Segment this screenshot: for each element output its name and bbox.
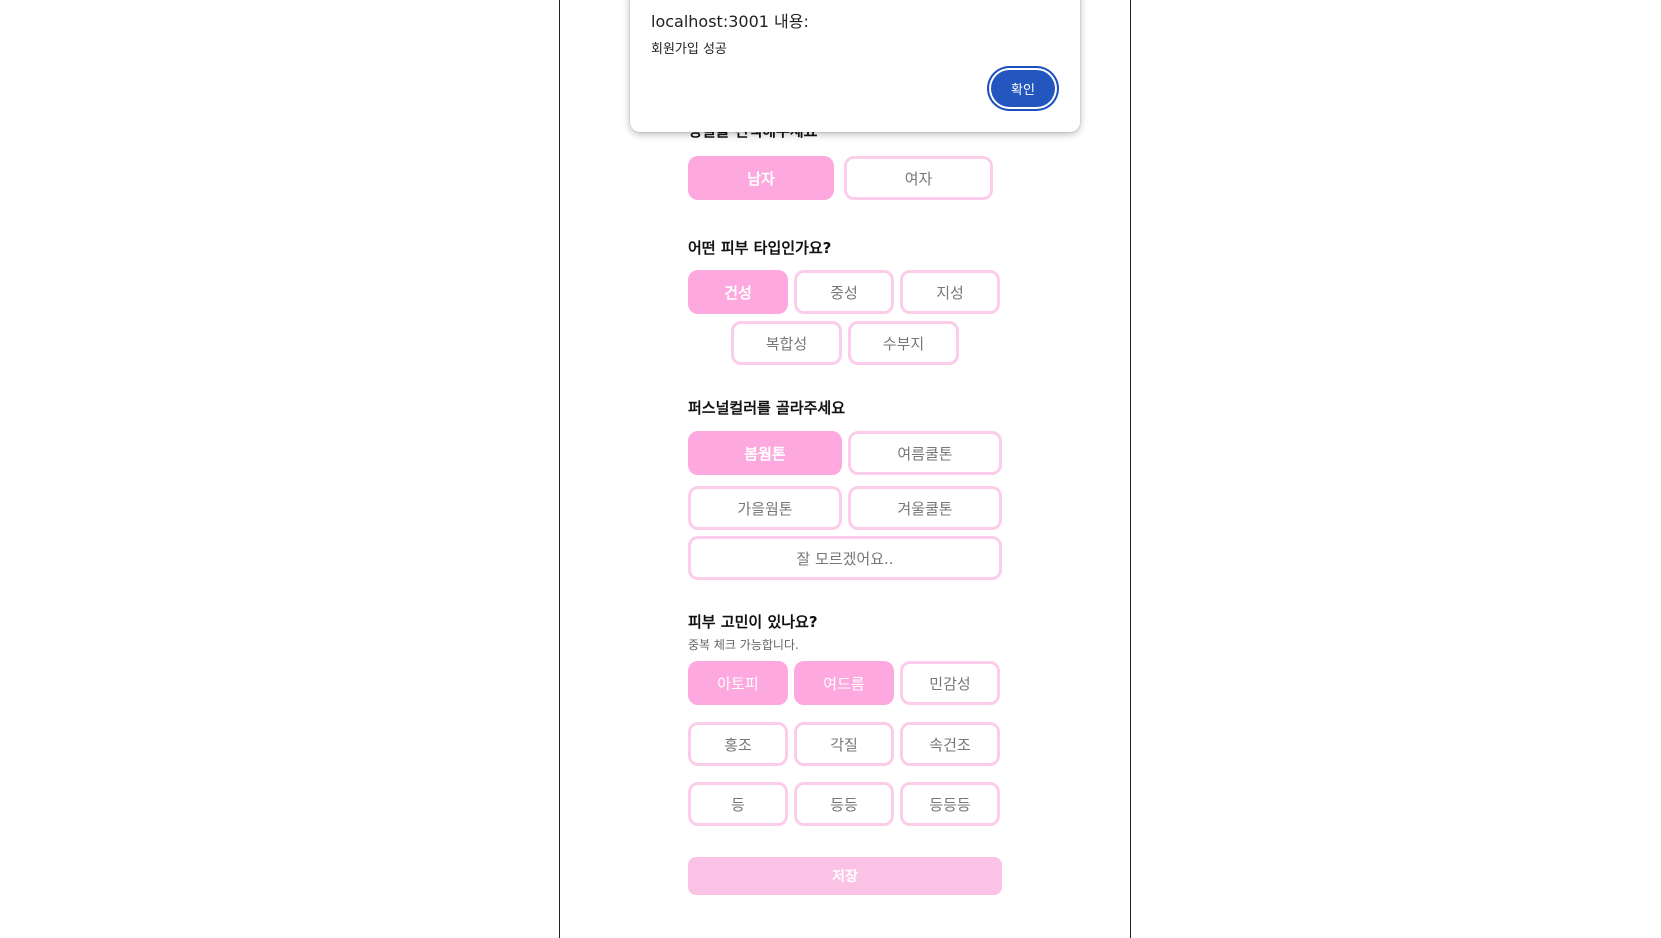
skin-type-title: 어떤 피부 타입인가요? — [688, 239, 832, 257]
skin-concern-option-sensitive[interactable]: 민감성 — [900, 661, 1000, 705]
gender-option-male[interactable]: 남자 — [688, 156, 834, 200]
skin-concern-option-inner-dryness[interactable]: 속건조 — [900, 722, 1000, 766]
skin-type-option-oily[interactable]: 지성 — [900, 270, 1000, 314]
skin-type-option-dry[interactable]: 건성 — [688, 270, 788, 314]
dialog-message: 회원가입 성공 — [651, 42, 727, 57]
dialog-ok-button[interactable]: 확인 — [991, 70, 1055, 107]
alert-dialog: localhost:3001 내용: 회원가입 성공 확인 — [630, 0, 1080, 132]
skin-type-option-normal[interactable]: 중성 — [794, 270, 894, 314]
skin-type-option-dehydrated-oily[interactable]: 수부지 — [848, 321, 959, 365]
personal-color-option-autumn-warm[interactable]: 가을웜톤 — [688, 486, 842, 530]
skin-concern-option-etc1[interactable]: 등 — [688, 782, 788, 826]
skin-concern-subtitle: 중복 체크 가능합니다. — [688, 638, 799, 652]
skin-type-option-combination[interactable]: 복합성 — [731, 321, 842, 365]
skin-concern-option-etc2[interactable]: 등등 — [794, 782, 894, 826]
gender-option-female[interactable]: 여자 — [844, 156, 993, 200]
skin-concern-option-flaking[interactable]: 각질 — [794, 722, 894, 766]
dialog-title: localhost:3001 내용: — [651, 12, 809, 31]
personal-color-option-summer-cool[interactable]: 여름쿨톤 — [848, 431, 1002, 475]
personal-color-option-spring-warm[interactable]: 봄웜톤 — [688, 431, 842, 475]
personal-color-title: 퍼스널컬러를 골라주세요 — [688, 399, 846, 417]
save-button[interactable]: 저장 — [688, 857, 1002, 895]
skin-concern-option-atopy[interactable]: 아토피 — [688, 661, 788, 705]
skin-concern-title: 피부 고민이 있나요? — [688, 613, 818, 631]
personal-color-option-winter-cool[interactable]: 겨울쿨톤 — [848, 486, 1002, 530]
skin-concern-option-acne[interactable]: 여드름 — [794, 661, 894, 705]
personal-color-option-unknown[interactable]: 잘 모르겠어요.. — [688, 536, 1002, 580]
skin-concern-option-etc3[interactable]: 등등등 — [900, 782, 1000, 826]
skin-concern-option-redness[interactable]: 홍조 — [688, 722, 788, 766]
